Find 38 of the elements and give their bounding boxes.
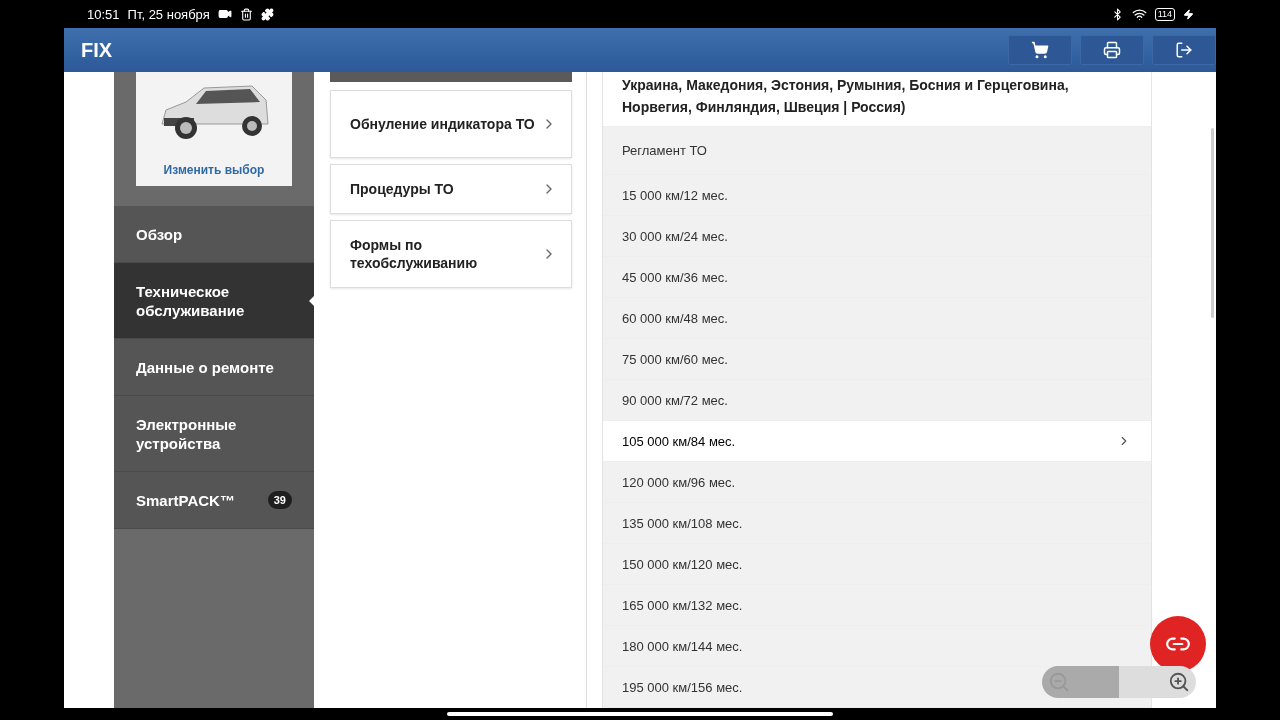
interval-row[interactable]: 165 000 км/132 мес. bbox=[603, 585, 1151, 626]
puzzle-icon bbox=[260, 7, 274, 21]
cart-icon bbox=[1031, 41, 1049, 59]
trash-icon bbox=[239, 7, 253, 21]
battery-level: 114 bbox=[1154, 7, 1175, 21]
sidebar-item[interactable]: Обзор bbox=[114, 206, 314, 263]
interval-row[interactable]: 180 000 км/144 мес. bbox=[603, 626, 1151, 667]
print-button[interactable] bbox=[1080, 35, 1144, 65]
app-logo: FIX bbox=[81, 38, 113, 62]
interval-row[interactable]: 45 000 км/36 мес. bbox=[603, 257, 1151, 298]
menu-card[interactable]: Процедуры ТО bbox=[330, 164, 572, 214]
interval-row[interactable]: 135 000 км/108 мес. bbox=[603, 503, 1151, 544]
exit-icon bbox=[1175, 41, 1193, 59]
count-badge: 39 bbox=[267, 491, 292, 509]
interval-row[interactable]: 60 000 км/48 мес. bbox=[603, 298, 1151, 339]
interval-row[interactable]: 15 000 км/12 мес. bbox=[603, 175, 1151, 216]
logout-button[interactable] bbox=[1152, 35, 1216, 65]
zoom-in-icon[interactable] bbox=[1168, 671, 1190, 693]
wifi-icon bbox=[1131, 6, 1147, 22]
video-icon bbox=[217, 7, 232, 21]
status-date: Пт, 25 ноября bbox=[127, 6, 210, 22]
cart-button[interactable] bbox=[1008, 35, 1072, 65]
sidebar-item[interactable]: Электронные устройства bbox=[114, 396, 314, 472]
change-selection-link[interactable]: Изменить выбор bbox=[163, 163, 265, 177]
interval-row[interactable]: 120 000 км/96 мес. bbox=[603, 462, 1151, 503]
interval-row[interactable]: 90 000 км/72 мес. bbox=[603, 380, 1151, 421]
menu-card[interactable]: Обнуление индикатора ТО bbox=[330, 90, 572, 158]
section-label: Регламент ТО bbox=[603, 127, 1151, 175]
menu-card[interactable]: Формы по техобслуживанию bbox=[330, 220, 572, 288]
sidebar-item[interactable]: Данные о ремонте bbox=[114, 339, 314, 396]
interval-row[interactable]: 150 000 км/120 мес. bbox=[603, 544, 1151, 585]
interval-row[interactable]: 30 000 км/24 мес. bbox=[603, 216, 1151, 257]
sidebar-item[interactable]: SmartPACK™ 39 bbox=[114, 472, 314, 529]
interval-row[interactable]: 75 000 км/60 мес. bbox=[603, 339, 1151, 380]
sidebar-item[interactable]: Техническое обслуживание bbox=[114, 263, 314, 339]
status-time: 10:51 bbox=[87, 6, 120, 22]
printer-icon bbox=[1103, 41, 1121, 59]
charging-icon bbox=[1183, 8, 1194, 20]
